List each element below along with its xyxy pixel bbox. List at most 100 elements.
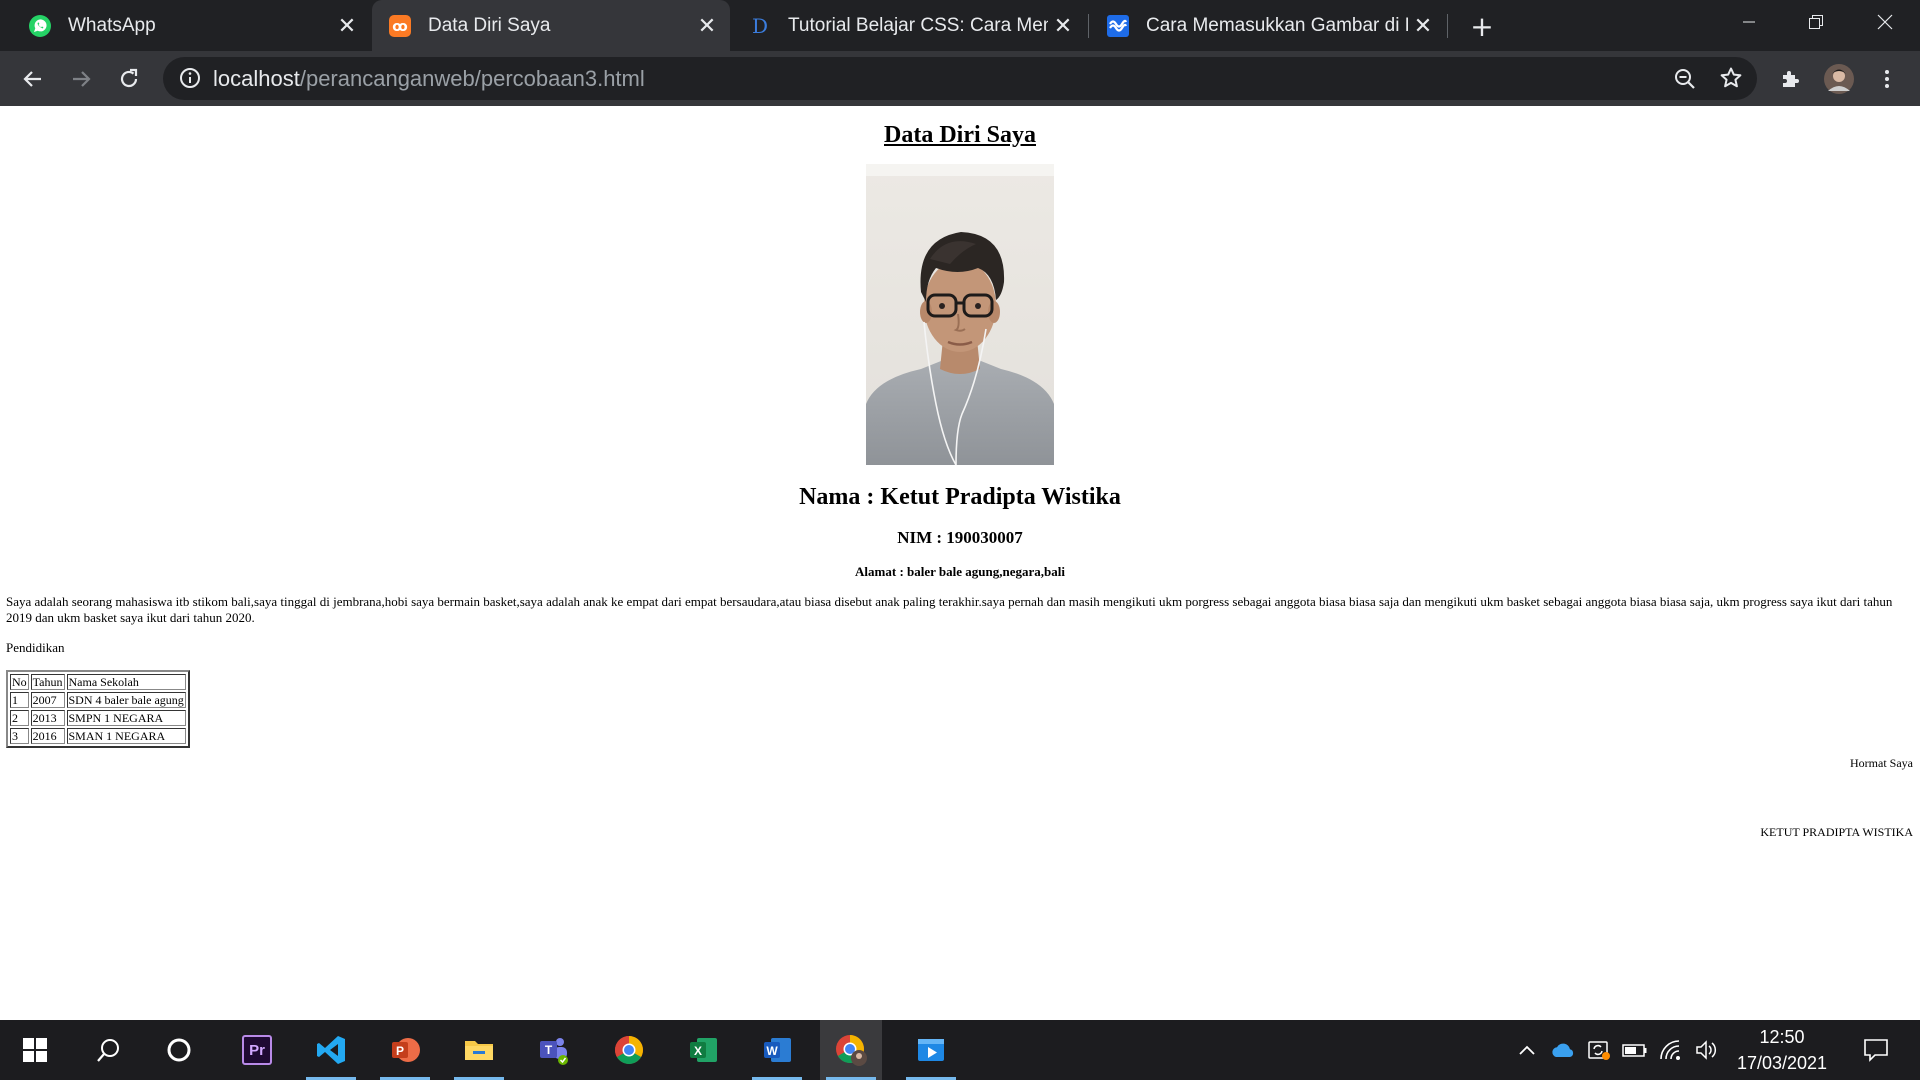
xampp-icon: ꝏ <box>388 14 412 38</box>
forward-button[interactable] <box>62 60 100 98</box>
wifi-tray[interactable] <box>1658 1038 1684 1062</box>
tab-title: Data Diri Saya <box>428 14 551 36</box>
tab-cara-memasukkan-gambar[interactable]: Cara Memasukkan Gambar di HT ✕ <box>1090 0 1446 51</box>
url-text[interactable]: localhost/perancanganweb/percobaan3.html <box>213 66 645 92</box>
minimize-button[interactable] <box>1714 0 1784 44</box>
svg-text:D: D <box>752 14 768 38</box>
close-tab-icon[interactable]: ✕ <box>1408 11 1438 41</box>
forward-arrow-icon <box>73 71 91 87</box>
table-cell: 1 <box>10 692 29 708</box>
table-cell: SMPN 1 NEGARA <box>66 710 186 726</box>
tab-strip: WhatsApp ✕ ꝏ Data Diri Saya ✕ D Tutorial… <box>0 0 1920 51</box>
windows-logo-icon <box>23 1038 47 1062</box>
info-icon[interactable] <box>179 67 201 93</box>
extensions-button[interactable] <box>1772 60 1810 98</box>
education-label: Pendidikan <box>6 640 65 655</box>
excel-app[interactable]: X <box>672 1020 734 1080</box>
search-button[interactable] <box>78 1020 140 1080</box>
tab-whatsapp[interactable]: WhatsApp ✕ <box>0 0 370 51</box>
reload-icon <box>120 68 138 88</box>
biography-paragraph: Saya adalah seorang mahasiswa itb stikom… <box>6 594 1893 625</box>
table-cell: 2007 <box>30 692 65 708</box>
url-host: localhost <box>213 66 300 91</box>
tab-title: Cara Memasukkan Gambar di HT <box>1146 14 1408 36</box>
clock-date: 17/03/2021 <box>1736 1053 1828 1073</box>
word-app[interactable]: W <box>746 1020 808 1080</box>
cortana-button[interactable] <box>148 1020 210 1080</box>
new-tab-button[interactable]: + <box>1464 8 1500 44</box>
premiere-pro-app[interactable]: Pr <box>226 1020 288 1080</box>
chevron-up-icon <box>1519 1045 1535 1055</box>
chrome-app[interactable] <box>598 1020 660 1080</box>
table-cell: 2 <box>10 710 29 726</box>
tab-separator <box>1088 14 1089 38</box>
svg-text:P: P <box>396 1044 404 1058</box>
tab-title: WhatsApp <box>68 14 156 36</box>
cortana-icon <box>167 1038 191 1062</box>
menu-button[interactable] <box>1868 60 1906 98</box>
svg-text:T: T <box>545 1043 553 1057</box>
table-header-row: No Tahun Nama Sekolah <box>10 674 186 690</box>
table-cell: SMAN 1 NEGARA <box>66 728 186 744</box>
page-title: Data Diri Saya <box>884 122 1036 148</box>
table-row: 2 2013 SMPN 1 NEGARA <box>10 710 186 726</box>
close-tab-icon[interactable]: ✕ <box>692 11 722 41</box>
table-cell: 3 <box>10 728 29 744</box>
svg-text:W: W <box>766 1044 778 1058</box>
back-button[interactable] <box>14 60 52 98</box>
kebab-menu-icon <box>1885 70 1889 88</box>
table-cell: SDN 4 baler bale agung <box>66 692 186 708</box>
bookmark-star-icon[interactable] <box>1719 66 1743 94</box>
tab-separator <box>1447 14 1448 38</box>
powerpoint-icon: P <box>392 1038 420 1062</box>
file-explorer-app[interactable] <box>448 1020 510 1080</box>
table-header-cell: No <box>10 674 29 690</box>
url-path: /perancanganweb/percobaan3.html <box>299 66 645 91</box>
table-cell: 2016 <box>30 728 65 744</box>
close-tab-icon[interactable]: ✕ <box>332 11 362 41</box>
closing-text: Hormat Saya <box>1850 756 1913 770</box>
sync-tray[interactable] <box>1586 1038 1612 1062</box>
vscode-app[interactable] <box>300 1020 362 1080</box>
search-icon <box>97 1039 119 1062</box>
table-row: 1 2007 SDN 4 baler bale agung <box>10 692 186 708</box>
reload-button[interactable] <box>110 60 148 98</box>
profile-avatar[interactable] <box>1820 60 1858 98</box>
close-tab-icon[interactable]: ✕ <box>1048 11 1078 41</box>
svg-text:ꝏ: ꝏ <box>392 19 407 35</box>
restore-button[interactable] <box>1781 0 1851 44</box>
address-bar[interactable]: localhost/perancanganweb/percobaan3.html <box>163 57 1757 100</box>
browser-toolbar: localhost/perancanganweb/percobaan3.html <box>0 51 1920 106</box>
start-button[interactable] <box>4 1020 66 1080</box>
teams-app[interactable]: T <box>522 1020 584 1080</box>
tab-data-diri-saya[interactable]: ꝏ Data Diri Saya ✕ <box>372 0 730 51</box>
signature-name: KETUT PRADIPTA WISTIKA <box>1760 825 1913 839</box>
codepolitan-icon <box>1106 14 1130 38</box>
show-hidden-icons-button[interactable] <box>1514 1038 1540 1062</box>
tab-title: Tutorial Belajar CSS: Cara Menga <box>788 14 1048 36</box>
powerpoint-app[interactable]: P <box>374 1020 436 1080</box>
puzzle-icon <box>1783 71 1799 87</box>
notification-icon <box>1864 1039 1888 1062</box>
word-icon: W <box>764 1038 791 1062</box>
wifi-icon <box>1660 1040 1680 1060</box>
close-window-button[interactable] <box>1850 0 1920 44</box>
svg-text:X: X <box>694 1044 702 1058</box>
chrome-profile-app[interactable] <box>820 1020 882 1080</box>
system-clock[interactable]: 12:50 17/03/2021 <box>1734 1024 1830 1076</box>
education-table: No Tahun Nama Sekolah 1 2007 SDN 4 baler… <box>6 670 190 748</box>
folder-icon <box>465 1041 493 1060</box>
table-row: 3 2016 SMAN 1 NEGARA <box>10 728 186 744</box>
back-arrow-icon <box>23 71 41 87</box>
restore-icon <box>1809 15 1823 29</box>
web-page: Data Diri Saya Nama: Ketut Pradipta Wis… <box>0 106 1920 1020</box>
action-center-button[interactable] <box>1856 1038 1896 1062</box>
zoom-icon[interactable] <box>1673 67 1697 95</box>
table-header-cell: Nama Sekolah <box>66 674 186 690</box>
battery-tray[interactable] <box>1622 1038 1648 1062</box>
volume-tray[interactable] <box>1694 1038 1720 1062</box>
profile-photo <box>866 164 1054 465</box>
onedrive-tray[interactable] <box>1550 1038 1576 1062</box>
media-player-app[interactable] <box>900 1020 962 1080</box>
tab-tutorial-css[interactable]: D Tutorial Belajar CSS: Cara Menga ✕ <box>732 0 1086 51</box>
